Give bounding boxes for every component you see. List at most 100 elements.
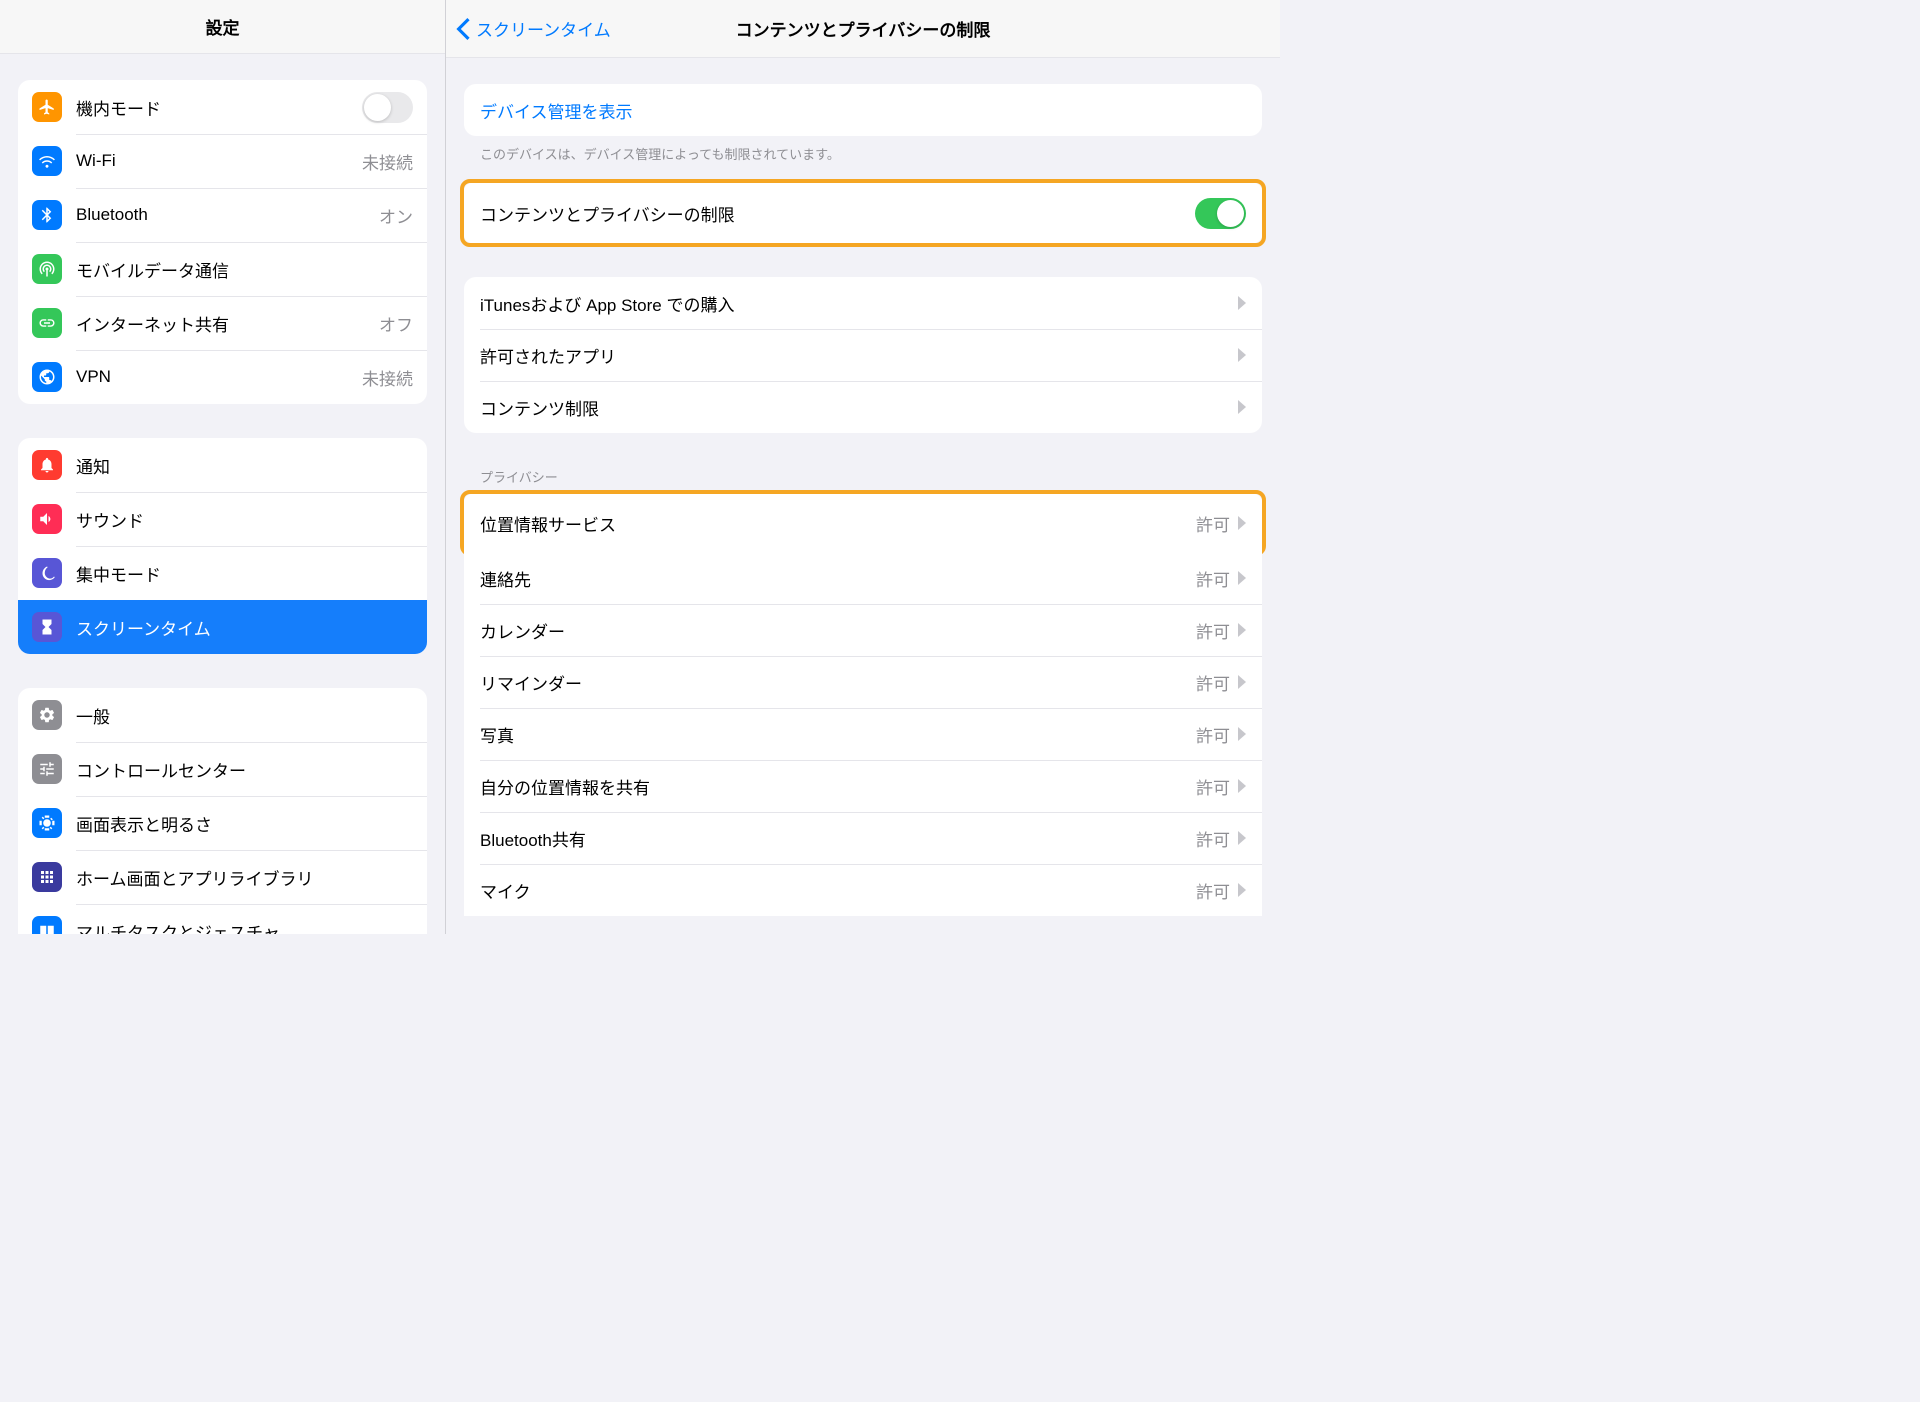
speaker-icon [32,504,62,534]
device-mgmt-group: デバイス管理を表示 [464,84,1262,136]
row-value: 許可 [1196,878,1230,903]
row-label: Bluetooth共有 [480,826,1196,851]
sidebar-item-general[interactable]: 一般 [18,688,427,742]
row-label: 位置情報サービス [480,511,1196,536]
privacy-group: 連絡先 許可 カレンダー 許可 リマインダー 許可 写真 許可 自分の位置情報を… [464,552,1262,916]
gear-icon [32,700,62,730]
back-label: スクリーンタイム [476,16,611,41]
sidebar-item-label: モバイルデータ通信 [76,257,413,282]
row-value: 許可 [1196,511,1230,536]
sidebar-item-label: 機内モード [76,95,362,120]
row-value: 許可 [1196,826,1230,851]
chevron-right-icon [1238,779,1246,793]
chevron-left-icon [456,18,470,40]
row-bluetooth-share[interactable]: Bluetooth共有 許可 [464,812,1262,864]
row-value: 許可 [1196,670,1230,695]
sidebar-item-value: オフ [379,311,413,336]
sliders-icon [32,754,62,784]
sidebar-item-label: 集中モード [76,561,413,586]
show-device-mgmt[interactable]: デバイス管理を表示 [464,84,1262,136]
sidebar-item-wifi[interactable]: Wi-Fi 未接続 [18,134,427,188]
chevron-right-icon [1238,831,1246,845]
airplane-icon [32,92,62,122]
sidebar-item-airplane[interactable]: 機内モード [18,80,427,134]
device-mgmt-note: このデバイスは、デバイス管理によっても制限されています。 [464,136,1262,163]
sidebar-item-label: VPN [76,367,362,387]
row-value: 許可 [1196,566,1230,591]
bell-icon [32,450,62,480]
sidebar-item-vpn[interactable]: VPN 未接続 [18,350,427,404]
row-label: 写真 [480,722,1196,747]
chevron-right-icon [1238,883,1246,897]
row-value: 許可 [1196,618,1230,643]
row-label: コンテンツ制限 [480,395,1238,420]
sidebar-item-label: 画面表示と明るさ [76,811,413,836]
restrictions-toggle-row[interactable]: コンテンツとプライバシーの制限 [464,183,1262,243]
chevron-right-icon [1238,571,1246,585]
sidebar-item-value: 未接続 [362,365,413,390]
sidebar-group-network: 機内モード Wi-Fi 未接続 Bluetooth オン [18,80,427,404]
sidebar-item-label: Bluetooth [76,205,379,225]
chevron-right-icon [1238,400,1246,414]
restrictions-toggle[interactable] [1195,198,1246,229]
chevron-right-icon [1238,623,1246,637]
row-microphone[interactable]: マイク 許可 [464,864,1262,916]
row-label: リマインダー [480,670,1196,695]
row-label: iTunesおよび App Store での購入 [480,291,1238,316]
sidebar-item-sound[interactable]: サウンド [18,492,427,546]
row-allowed-apps[interactable]: 許可されたアプリ [464,329,1262,381]
row-share-location[interactable]: 自分の位置情報を共有 許可 [464,760,1262,812]
sidebar-item-label: 一般 [76,703,413,728]
rectangles-icon [32,916,62,934]
grid-icon [32,862,62,892]
sidebar-item-label: マルチタスクとジェスチャ [76,919,413,934]
chevron-right-icon [1238,296,1246,310]
row-photos[interactable]: 写真 許可 [464,708,1262,760]
purchases-group: iTunesおよび App Store での購入 許可されたアプリ コンテンツ制… [464,277,1262,433]
back-button[interactable]: スクリーンタイム [456,16,611,41]
row-location[interactable]: 位置情報サービス 許可 [464,494,1262,552]
sidebar-item-notifications[interactable]: 通知 [18,438,427,492]
main-header: スクリーンタイム コンテンツとプライバシーの制限 [446,0,1280,58]
sidebar-item-value: オン [379,203,413,228]
sidebar-body: 機内モード Wi-Fi 未接続 Bluetooth オン [0,54,445,934]
row-reminders[interactable]: リマインダー 許可 [464,656,1262,708]
sidebar-item-label: ホーム画面とアプリライブラリ [76,865,413,890]
row-label: 許可されたアプリ [480,343,1238,368]
chevron-right-icon [1238,348,1246,362]
sidebar-item-focus[interactable]: 集中モード [18,546,427,600]
sidebar-item-multitask[interactable]: マルチタスクとジェスチャ [18,904,427,934]
airplane-toggle[interactable] [362,92,413,123]
row-value: 許可 [1196,774,1230,799]
sidebar-item-control-center[interactable]: コントロールセンター [18,742,427,796]
sidebar-item-screentime[interactable]: スクリーンタイム [18,600,427,654]
chevron-right-icon [1238,675,1246,689]
restrictions-label: コンテンツとプライバシーの制限 [480,201,1195,226]
moon-icon [32,558,62,588]
sidebar-title: 設定 [0,0,445,54]
bluetooth-icon [32,200,62,230]
sidebar-group-alerts: 通知 サウンド 集中モード スクリーンタイム [18,438,427,654]
row-content-restrict[interactable]: コンテンツ制限 [464,381,1262,433]
sidebar-item-homescreen[interactable]: ホーム画面とアプリライブラリ [18,850,427,904]
row-contacts[interactable]: 連絡先 許可 [464,552,1262,604]
globe-icon [32,362,62,392]
row-label: 自分の位置情報を共有 [480,774,1196,799]
main: スクリーンタイム コンテンツとプライバシーの制限 デバイス管理を表示 このデバイ… [446,0,1280,934]
sidebar-item-hotspot[interactable]: インターネット共有 オフ [18,296,427,350]
privacy-location-group: 位置情報サービス 許可 [464,494,1262,552]
row-calendar[interactable]: カレンダー 許可 [464,604,1262,656]
highlight-location: 位置情報サービス 許可 [460,490,1266,556]
sidebar-item-label: コントロールセンター [76,757,413,782]
wifi-icon [32,146,62,176]
main-body: デバイス管理を表示 このデバイスは、デバイス管理によっても制限されています。 コ… [446,58,1280,916]
sidebar-item-cellular[interactable]: モバイルデータ通信 [18,242,427,296]
page-title: コンテンツとプライバシーの制限 [736,16,991,41]
hourglass-icon [32,612,62,642]
row-itunes[interactable]: iTunesおよび App Store での購入 [464,277,1262,329]
sidebar-item-display[interactable]: 画面表示と明るさ [18,796,427,850]
highlight-restrictions: コンテンツとプライバシーの制限 [460,179,1266,247]
sidebar-item-bluetooth[interactable]: Bluetooth オン [18,188,427,242]
row-label: 連絡先 [480,566,1196,591]
link-icon [32,308,62,338]
